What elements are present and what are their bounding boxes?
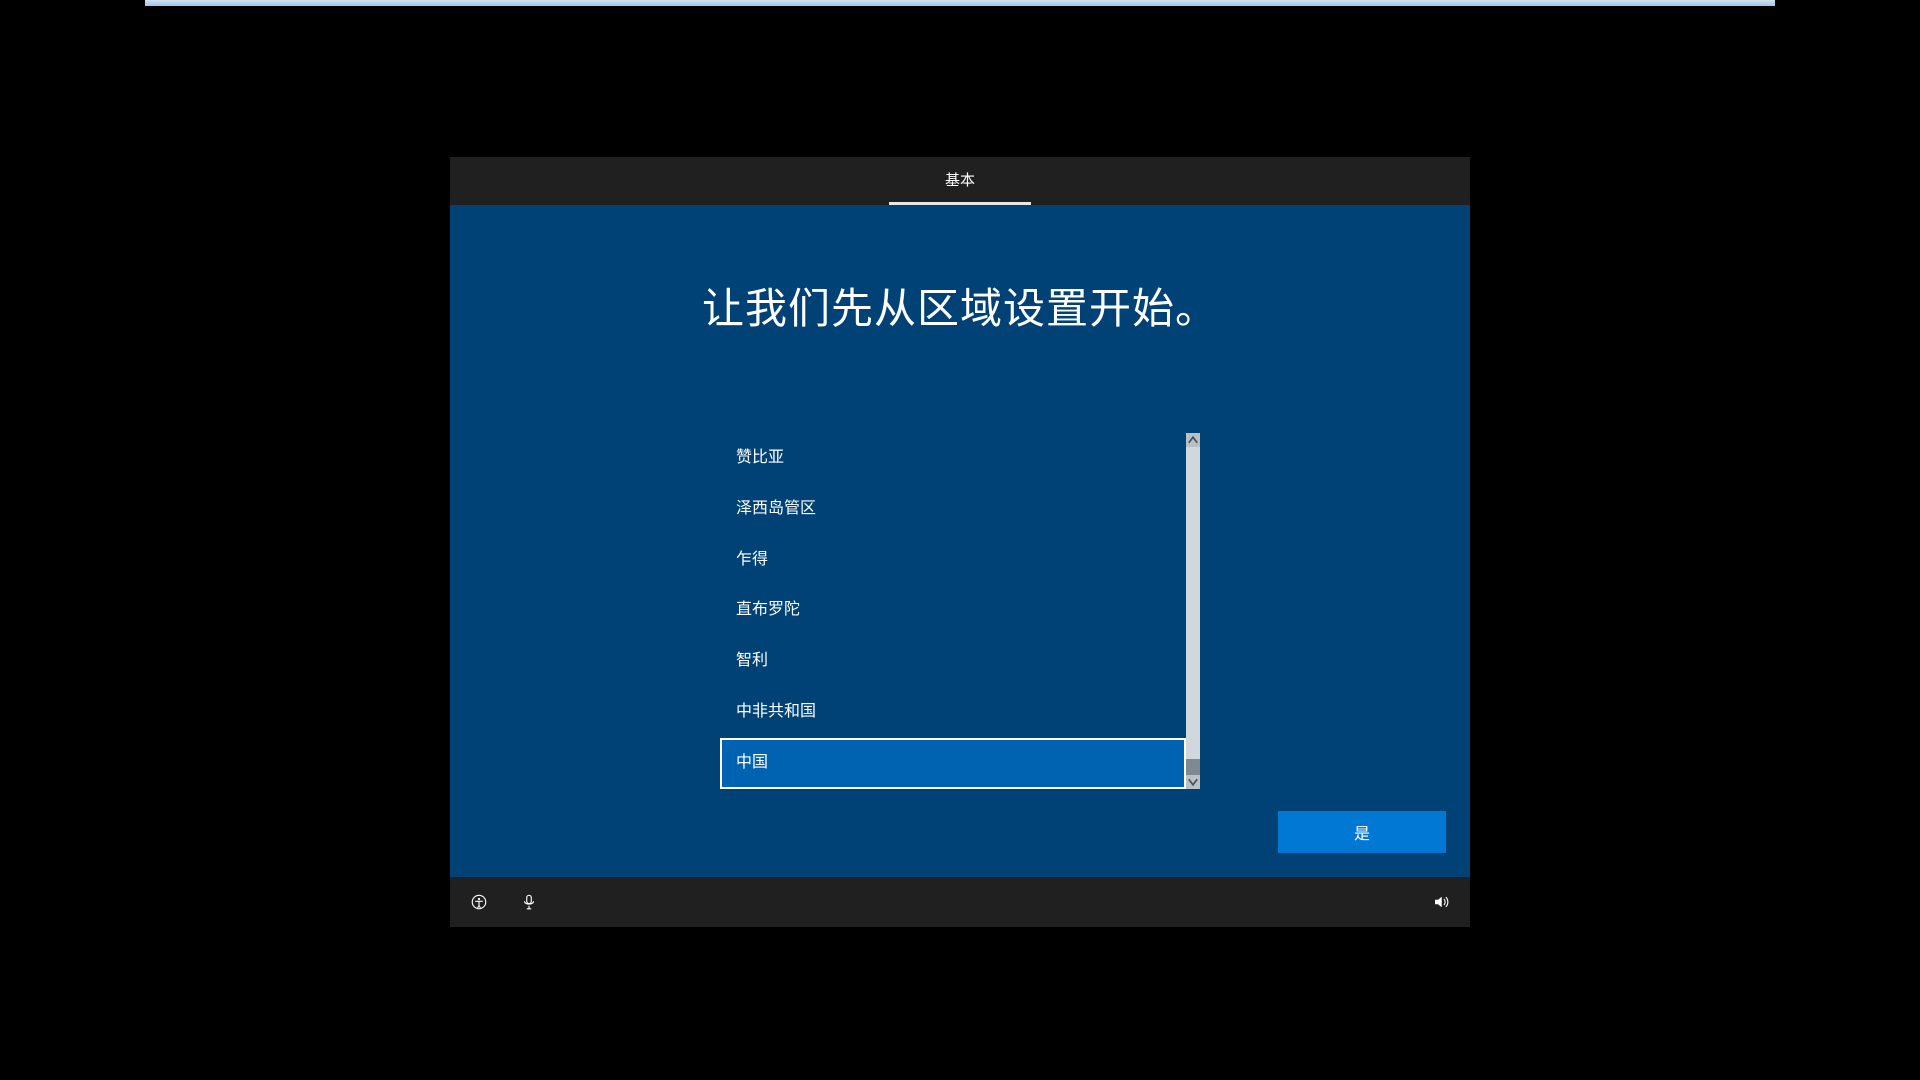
bottom-toolbar bbox=[450, 877, 1470, 927]
region-list[interactable]: 赞比亚 泽西岛管区 乍得 直布罗陀 智利 中非共和国 中国 bbox=[720, 433, 1186, 789]
list-item[interactable]: 赞比亚 bbox=[720, 433, 1186, 484]
microphone-icon[interactable] bbox=[518, 891, 540, 913]
scroll-thumb[interactable] bbox=[1186, 447, 1200, 759]
list-item[interactable]: 中非共和国 bbox=[720, 687, 1186, 738]
tab-basic[interactable]: 基本 bbox=[889, 157, 1031, 205]
list-item[interactable]: 直布罗陀 bbox=[720, 585, 1186, 636]
list-item[interactable]: 泽西岛管区 bbox=[720, 484, 1186, 535]
region-list-container: 赞比亚 泽西岛管区 乍得 直布罗陀 智利 中非共和国 中国 bbox=[720, 433, 1200, 789]
scroll-thumb-end[interactable] bbox=[1186, 759, 1200, 775]
setup-window: 基本 让我们先从区域设置开始。 赞比亚 泽西岛管区 乍得 直布罗陀 智利 中非共… bbox=[450, 157, 1470, 927]
list-item[interactable]: 乍得 bbox=[720, 535, 1186, 586]
scroll-down-arrow-icon[interactable] bbox=[1186, 775, 1200, 789]
main-panel: 让我们先从区域设置开始。 赞比亚 泽西岛管区 乍得 直布罗陀 智利 中非共和国 … bbox=[450, 205, 1470, 877]
volume-icon[interactable] bbox=[1430, 891, 1452, 913]
tab-bar: 基本 bbox=[450, 157, 1470, 205]
confirm-button[interactable]: 是 bbox=[1278, 811, 1446, 853]
scroll-up-arrow-icon[interactable] bbox=[1186, 433, 1200, 447]
accessibility-icon[interactable] bbox=[468, 891, 490, 913]
page-title: 让我们先从区域设置开始。 bbox=[702, 275, 1218, 336]
scrollbar[interactable] bbox=[1186, 433, 1200, 789]
list-item[interactable]: 智利 bbox=[720, 636, 1186, 687]
bottom-left-icons bbox=[468, 891, 540, 913]
list-item-selected[interactable]: 中国 bbox=[720, 738, 1186, 789]
window-title-bar bbox=[145, 0, 1775, 6]
